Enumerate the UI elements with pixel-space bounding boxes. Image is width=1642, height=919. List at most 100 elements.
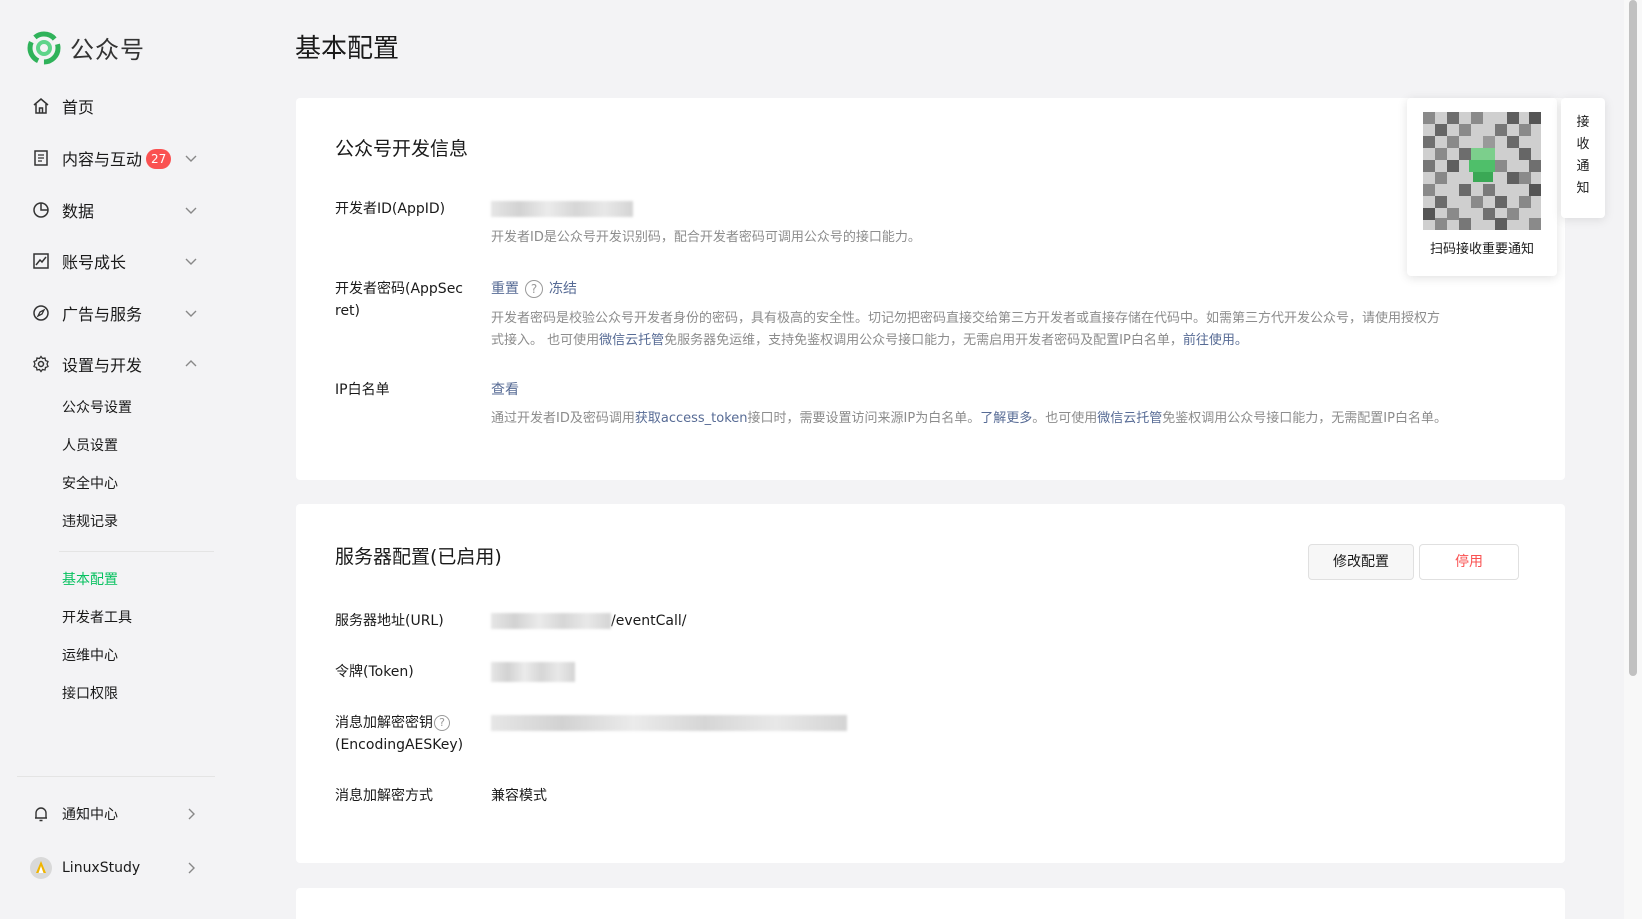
ip-whitelist-label: IP白名单 bbox=[335, 382, 390, 398]
chevron-down-icon bbox=[185, 155, 197, 162]
sidebar-item-label: 账号成长 bbox=[62, 253, 127, 272]
tab-char: 通 bbox=[1576, 159, 1590, 174]
masked-value bbox=[491, 613, 611, 629]
qr-code-icon bbox=[1423, 112, 1541, 230]
notification-badge: 27 bbox=[146, 149, 172, 169]
desc-text: 免服务器免运维，支持免鉴权调用公众号接口能力，无需启用开发者密码及配置IP白名单… bbox=[664, 333, 1183, 348]
next-card bbox=[296, 888, 1565, 919]
desc-text: 接口时，需要设置访问来源IP为白名单。 bbox=[747, 411, 981, 426]
chevron-right-icon bbox=[188, 862, 195, 874]
avatar bbox=[30, 857, 52, 879]
sidebar-item-home[interactable]: 首页 bbox=[0, 86, 230, 126]
appid-value bbox=[491, 198, 633, 220]
account-name: LinuxStudy bbox=[62, 860, 141, 876]
growth-chart-icon bbox=[33, 253, 49, 269]
aeskey-value bbox=[491, 712, 847, 734]
masked-value bbox=[491, 715, 847, 731]
sidebar-divider bbox=[59, 551, 214, 552]
token-label: 令牌(Token) bbox=[335, 664, 414, 680]
sidebar-item-label: 内容与互动 bbox=[62, 150, 143, 169]
card-title: 公众号开发信息 bbox=[335, 138, 469, 160]
qr-notify-popup: 扫码接收重要通知 bbox=[1407, 98, 1557, 276]
masked-value bbox=[491, 201, 633, 217]
bell-icon bbox=[35, 807, 47, 822]
document-icon bbox=[34, 150, 48, 166]
reset-secret-link[interactable]: 重置 bbox=[491, 281, 519, 297]
receive-notification-tab[interactable]: 接 收 通 知 bbox=[1561, 98, 1605, 218]
sidebar-item-content[interactable]: 内容与互动 27 bbox=[0, 138, 230, 178]
sidebar: 公众号 首页 内容与互动 27 数据 账号成长 广告与服务 设置与开发 公众号设… bbox=[0, 0, 230, 919]
chevron-right-icon bbox=[188, 808, 195, 820]
sidebar-subitem-basic-config[interactable]: 基本配置 bbox=[62, 568, 118, 592]
sidebar-item-growth[interactable]: 账号成长 bbox=[0, 241, 230, 281]
compass-icon bbox=[33, 305, 49, 321]
edit-config-button[interactable]: 修改配置 bbox=[1308, 544, 1414, 580]
page-scrollbar[interactable] bbox=[1624, 0, 1642, 919]
wechat-official-logo-icon bbox=[27, 31, 61, 64]
chevron-down-icon bbox=[185, 310, 197, 317]
sidebar-item-account[interactable]: LinuxStudy bbox=[0, 848, 230, 888]
sidebar-item-label: 首页 bbox=[62, 98, 95, 117]
sidebar-subitem-account-settings[interactable]: 公众号设置 bbox=[62, 396, 132, 420]
sidebar-subitem-api-permissions[interactable]: 接口权限 bbox=[62, 682, 118, 706]
access-token-link[interactable]: 获取access_token bbox=[635, 411, 748, 426]
tab-char: 接 bbox=[1576, 115, 1590, 130]
appsecret-desc-line1: 开发者密码是校验公众号开发者身份的密码，具有极高的安全性。切记勿把密码直接交给第… bbox=[491, 311, 1441, 326]
aeskey-label: 消息加解密密钥? (EncodingAESKey) bbox=[335, 712, 485, 756]
tab-char: 知 bbox=[1576, 181, 1590, 196]
disable-button[interactable]: 停用 bbox=[1419, 544, 1519, 580]
chevron-down-icon bbox=[185, 258, 197, 265]
server-url-value: /eventCall/ bbox=[491, 610, 686, 632]
sidebar-item-label: 数据 bbox=[62, 202, 95, 221]
app-name: 公众号 bbox=[70, 36, 145, 64]
pie-chart-icon bbox=[33, 202, 49, 218]
encryption-mode-label: 消息加解密方式 bbox=[335, 788, 433, 804]
card-title: 服务器配置(已启用) bbox=[335, 546, 502, 568]
sidebar-item-label: 广告与服务 bbox=[62, 305, 143, 324]
url-suffix: /eventCall/ bbox=[611, 613, 687, 629]
sidebar-item-data[interactable]: 数据 bbox=[0, 190, 230, 230]
appsecret-label: 开发者密码(AppSecret) bbox=[335, 281, 464, 319]
view-ip-whitelist-link[interactable]: 查看 bbox=[491, 382, 519, 398]
sidebar-item-ads[interactable]: 广告与服务 bbox=[0, 293, 230, 333]
scrollbar-thumb[interactable] bbox=[1629, 0, 1637, 676]
freeze-secret-link[interactable]: 冻结 bbox=[549, 281, 577, 297]
desc-text: 免鉴权调用公众号接口能力，无需配置IP白名单。 bbox=[1162, 411, 1447, 426]
dev-info-card: 公众号开发信息 开发者ID(AppID) 开发者ID是公众号开发识别码，配合开发… bbox=[296, 98, 1565, 480]
sidebar-item-notify-center[interactable]: 通知中心 bbox=[0, 794, 230, 834]
sidebar-divider bbox=[17, 776, 215, 777]
sidebar-subitem-developer-tools[interactable]: 开发者工具 bbox=[62, 606, 132, 630]
token-value bbox=[491, 661, 575, 683]
desc-text: 通过开发者ID及密码调用 bbox=[491, 411, 635, 426]
sidebar-subitem-security-center[interactable]: 安全中心 bbox=[62, 472, 118, 496]
qr-caption: 扫码接收重要通知 bbox=[1429, 242, 1534, 257]
help-icon[interactable]: ? bbox=[525, 280, 543, 298]
sidebar-item-settings[interactable]: 设置与开发 bbox=[0, 344, 230, 384]
logo[interactable]: 公众号 bbox=[27, 30, 145, 65]
server-url-label: 服务器地址(URL) bbox=[335, 613, 444, 629]
help-icon[interactable]: ? bbox=[434, 715, 450, 731]
go-use-link[interactable]: 前往使用。 bbox=[1183, 333, 1248, 348]
sidebar-subitem-ops-center[interactable]: 运维中心 bbox=[62, 644, 118, 668]
appsecret-description: 开发者密码是校验公众号开发者身份的密码，具有极高的安全性。切记勿把密码直接交给第… bbox=[491, 308, 1511, 352]
label-text: (EncodingAESKey) bbox=[335, 737, 464, 753]
sidebar-item-label: 设置与开发 bbox=[62, 356, 143, 375]
wechat-cloud-hosting-link[interactable]: 微信云托管 bbox=[1097, 411, 1162, 426]
chevron-down-icon bbox=[185, 207, 197, 214]
tab-char: 收 bbox=[1576, 137, 1590, 152]
sidebar-item-label: 通知中心 bbox=[62, 807, 118, 823]
learn-more-link[interactable]: 了解更多 bbox=[980, 411, 1032, 426]
home-icon bbox=[33, 98, 49, 114]
appid-description: 开发者ID是公众号开发识别码，配合开发者密码可调用公众号的接口能力。 bbox=[491, 230, 921, 245]
gear-icon bbox=[33, 355, 49, 373]
sidebar-subitem-staff-settings[interactable]: 人员设置 bbox=[62, 434, 118, 458]
label-text: 消息加解密密钥 bbox=[335, 715, 433, 731]
sidebar-subitem-violation-records[interactable]: 违规记录 bbox=[62, 510, 118, 534]
page-title: 基本配置 bbox=[295, 34, 400, 64]
appsecret-actions: 重置? 冻结 bbox=[491, 278, 577, 300]
chevron-up-icon bbox=[185, 360, 197, 367]
wechat-cloud-hosting-link[interactable]: 微信云托管 bbox=[599, 333, 664, 348]
desc-text: 式接入。 也可使用 bbox=[491, 333, 600, 348]
encryption-mode-value: 兼容模式 bbox=[491, 788, 547, 804]
appid-label: 开发者ID(AppID) bbox=[335, 201, 446, 217]
